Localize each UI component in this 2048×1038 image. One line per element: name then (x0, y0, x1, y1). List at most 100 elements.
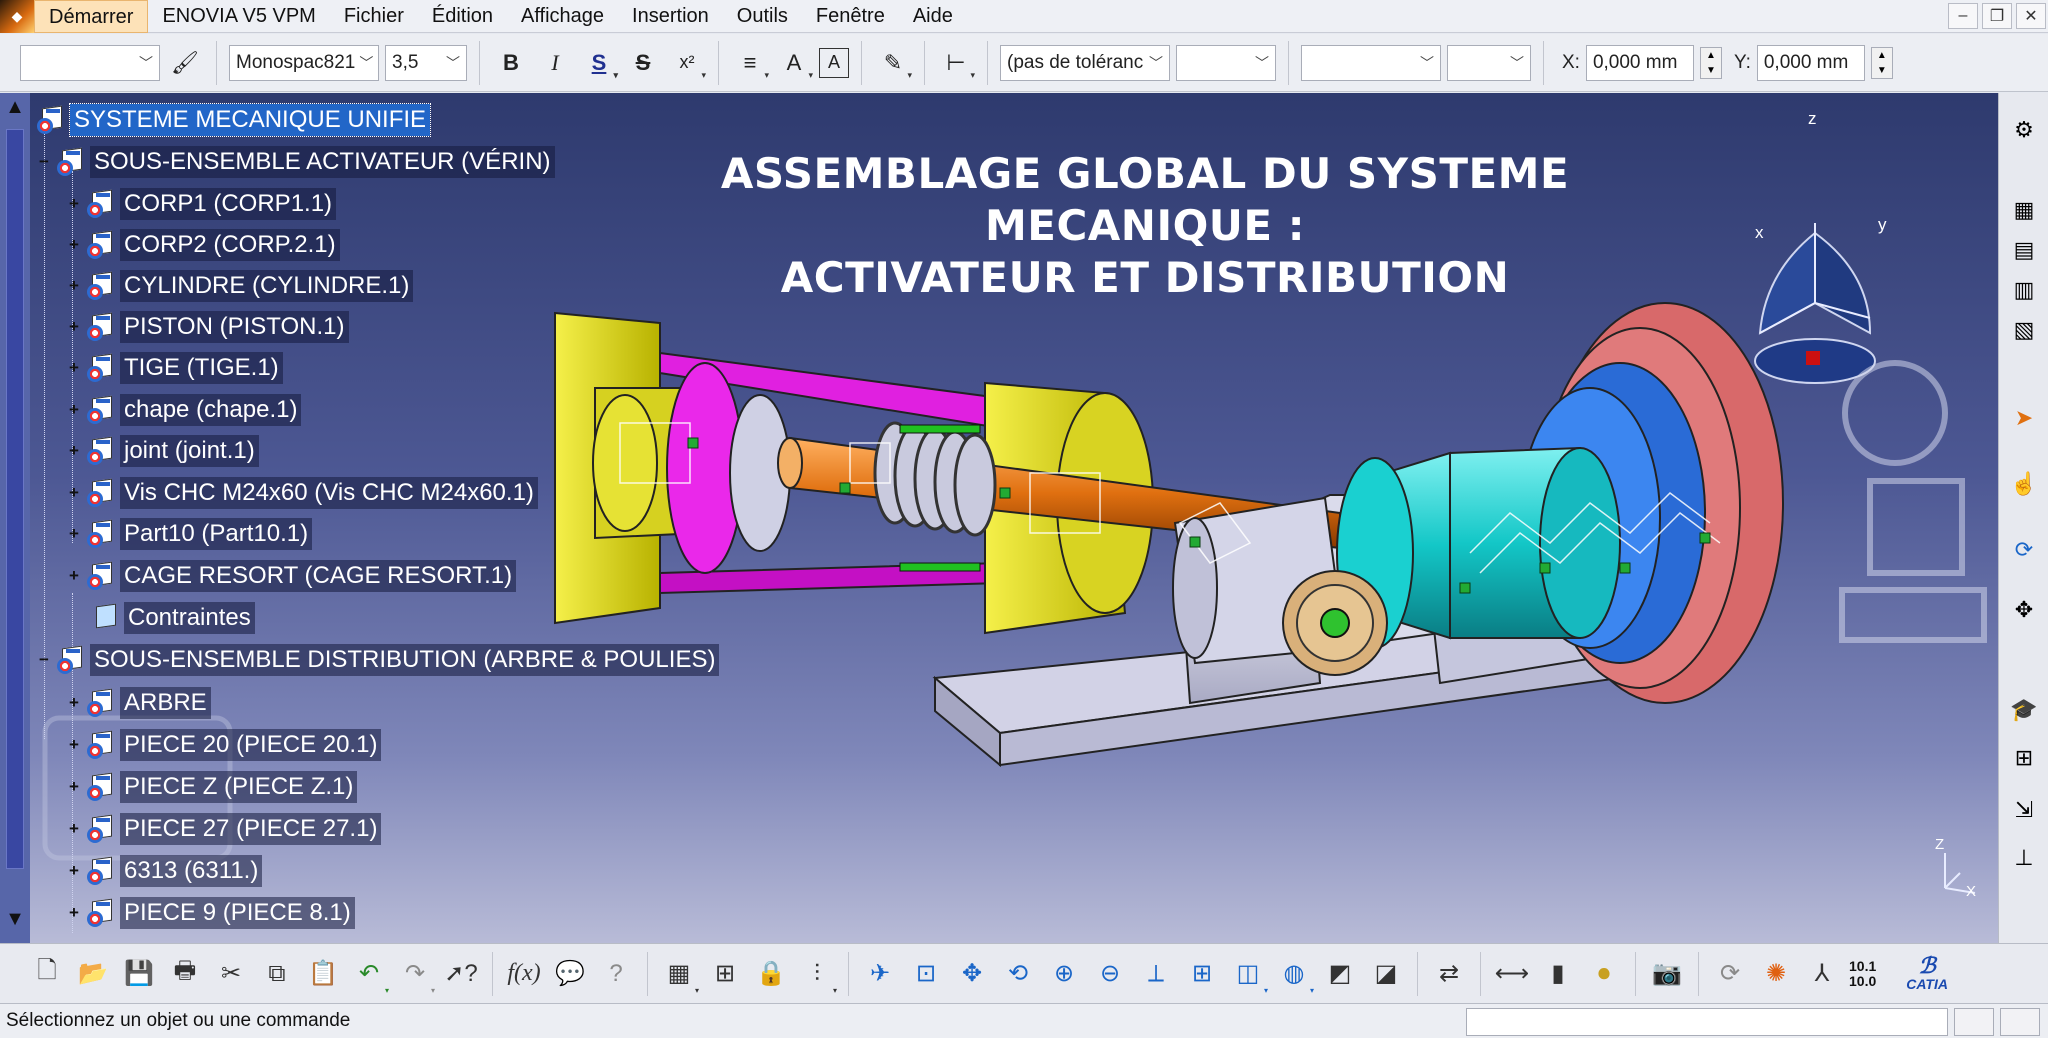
tree-item[interactable]: + Vis CHC M24x60 (Vis CHC M24x60.1) (66, 475, 538, 511)
tree-item-label[interactable]: 6313 (6311.) (120, 855, 263, 887)
tree-item-label[interactable]: PIECE Z (PIECE Z.1) (120, 771, 358, 803)
close-button[interactable]: ✕ (2016, 3, 2046, 29)
cap-icon[interactable]: 🎓 (2007, 693, 2041, 727)
menu-affichage[interactable]: Affichage (507, 0, 618, 33)
tree-item[interactable]: + PIECE 20 (PIECE 20.1) (66, 727, 382, 763)
multi-view-icon[interactable]: ⊞ (1181, 953, 1223, 995)
menu-fichier[interactable]: Fichier (330, 0, 418, 33)
shading-icon[interactable]: ◍ ▾ (1273, 953, 1315, 995)
spin-down-icon[interactable]: ▼ (1872, 63, 1892, 78)
expand-icon[interactable]: + (66, 236, 82, 253)
tolerance-value-select[interactable]: ﹀ (1176, 44, 1276, 81)
tree-item-label[interactable]: TIGE (TIGE.1) (120, 352, 283, 384)
whats-this-icon[interactable]: ➚? (440, 953, 482, 995)
menu-edition[interactable]: Édition (418, 0, 507, 33)
tree-group-label[interactable]: SOUS-ENSEMBLE DISTRIBUTION (ARBRE & POUL… (90, 644, 720, 676)
pan-icon[interactable]: ✥ (951, 953, 993, 995)
fly-mode-icon[interactable]: ✈ (859, 953, 901, 995)
select-cursor-icon[interactable]: ➤ (2007, 401, 2041, 435)
spin-up-icon[interactable]: ▲ (1872, 48, 1892, 63)
swap-visible-icon[interactable]: ◪ (1365, 953, 1407, 995)
catia-logo-icon[interactable]: ◆ (0, 0, 34, 33)
expand-icon[interactable]: + (66, 359, 82, 376)
refresh-icon[interactable]: ⟳ (1709, 953, 1751, 995)
menu-demarrer[interactable]: Démarrer (34, 0, 149, 33)
menu-outils[interactable]: Outils (723, 0, 802, 33)
open-folder-icon[interactable]: 📂 (72, 953, 114, 995)
tolerance-select[interactable]: (pas de toléranc ﹀ (1000, 44, 1170, 81)
gear-wheel[interactable] (1282, 570, 1388, 676)
power-input-button[interactable] (1954, 1008, 1994, 1036)
normal-view-icon[interactable]: ⟂ (1135, 953, 1177, 995)
expand-icon[interactable]: + (66, 195, 82, 212)
lock-icon[interactable]: 🔒 (750, 953, 792, 995)
expand-icon[interactable]: + (66, 277, 82, 294)
tree-item-label[interactable]: CORP2 (CORP.2.1) (120, 229, 340, 261)
expand-icon[interactable]: + (66, 484, 82, 501)
product-icon[interactable]: ▦ (2007, 193, 2041, 227)
expand-icon[interactable]: + (66, 862, 82, 879)
menu-aide[interactable]: Aide (899, 0, 967, 33)
x-spinner[interactable]: ▲ ▼ (1699, 46, 1722, 79)
power-input-field[interactable] (1466, 1008, 1948, 1036)
framed-text-icon[interactable]: A (819, 47, 849, 78)
expand-icon[interactable]: + (66, 442, 82, 459)
style-select[interactable]: ﹀ (20, 44, 160, 81)
annotation-icon[interactable]: ⇲ (2007, 793, 2041, 827)
tree-item[interactable]: + CORP2 (CORP.2.1) (66, 227, 340, 263)
fit-all-icon[interactable]: ⊡ (905, 953, 947, 995)
expand-icon[interactable]: + (66, 820, 82, 837)
tree-item[interactable]: + Part10 (Part10.1) (66, 516, 313, 552)
axis-system-icon[interactable]: ⅄ (1801, 953, 1843, 995)
y-coordinate-input[interactable]: 0,000 mm (1756, 44, 1865, 81)
tree-item-label[interactable]: PIECE 27 (PIECE 27.1) (120, 813, 382, 845)
explode-icon[interactable]: ✥ (2007, 593, 2041, 627)
tree-root[interactable]: SYSTEME MECANIQUE UNIFIE (32, 102, 432, 138)
render-icon[interactable]: ✺ (1755, 953, 1797, 995)
tree-item[interactable]: + PIECE 27 (PIECE 27.1) (66, 811, 382, 847)
expand-icon[interactable]: + (66, 525, 82, 542)
power-input-stop-button[interactable] (2000, 1008, 2040, 1036)
font-size-select[interactable]: 3,5 ﹀ (385, 44, 467, 81)
tree-item[interactable]: + ARBRE (66, 685, 211, 721)
hide-show-icon[interactable]: ◩ (1319, 953, 1361, 995)
expand-icon[interactable]: + (66, 567, 82, 584)
strikethrough-button[interactable]: S (624, 43, 662, 83)
dimension-icon[interactable]: ⊢ ▾ (937, 43, 975, 83)
help-icon[interactable]: ? (595, 953, 637, 995)
zoom-out-icon[interactable]: ⊖ (1089, 953, 1131, 995)
tree-item[interactable]: + CYLINDRE (CYLINDRE.1) (66, 268, 414, 304)
tree-group-activateur[interactable]: − SOUS-ENSEMBLE ACTIVATEUR (VÉRIN) (36, 144, 555, 180)
catalog-icon[interactable]: ⊞ (704, 953, 746, 995)
tree-root-label[interactable]: SYSTEME MECANIQUE UNIFIE (68, 103, 432, 137)
save-icon[interactable]: 💾 (118, 953, 160, 995)
assembly-icon[interactable]: ⚙ (2007, 113, 2041, 147)
paste-icon[interactable]: 📋 (302, 953, 344, 995)
measure-icon[interactable]: ⊞ (2007, 741, 2041, 775)
restore-button[interactable]: ❐ (1982, 3, 2012, 29)
existing-component-icon[interactable]: ▧ (2007, 313, 2041, 347)
navigation-overlay[interactable] (1839, 360, 1987, 643)
knowledge-icon[interactable]: 💬 (549, 953, 591, 995)
tree-group-label[interactable]: SOUS-ENSEMBLE ACTIVATEUR (VÉRIN) (90, 146, 555, 178)
precision-select[interactable]: ﹀ (1447, 44, 1531, 81)
scene-icon[interactable]: ⫶ ▾ (796, 953, 838, 995)
tree-item[interactable]: + chape (chape.1) (66, 392, 302, 428)
cut-icon[interactable]: ✂ (210, 953, 252, 995)
tree-item[interactable]: + CORP1 (CORP1.1) (66, 186, 337, 222)
tree-constraints-label[interactable]: Contraintes (124, 602, 255, 634)
tree-item-label[interactable]: Part10 (Part10.1) (120, 518, 313, 550)
copy-icon[interactable]: ⧉ (256, 953, 298, 995)
compass-widget[interactable] (1754, 223, 1876, 384)
anchor-point-icon[interactable]: ✎ ▾ (874, 43, 912, 83)
tree-item-label[interactable]: PIECE 9 (PIECE 8.1) (120, 897, 355, 929)
italic-button[interactable]: I (536, 43, 574, 83)
tree-constraints[interactable]: Contraintes (86, 600, 255, 636)
y-spinner[interactable]: ▲ ▼ (1870, 46, 1893, 79)
iso-view-icon[interactable]: ◫ ▾ (1227, 953, 1269, 995)
measure-between-icon[interactable]: ⟷ (1491, 953, 1533, 995)
tree-item-label[interactable]: ARBRE (120, 687, 211, 719)
tree-item[interactable]: + TIGE (TIGE.1) (66, 350, 283, 386)
tree-item-label[interactable]: CAGE RESORT (CAGE RESORT.1) (120, 560, 517, 592)
tree-item[interactable]: + PIECE Z (PIECE Z.1) (66, 769, 358, 805)
